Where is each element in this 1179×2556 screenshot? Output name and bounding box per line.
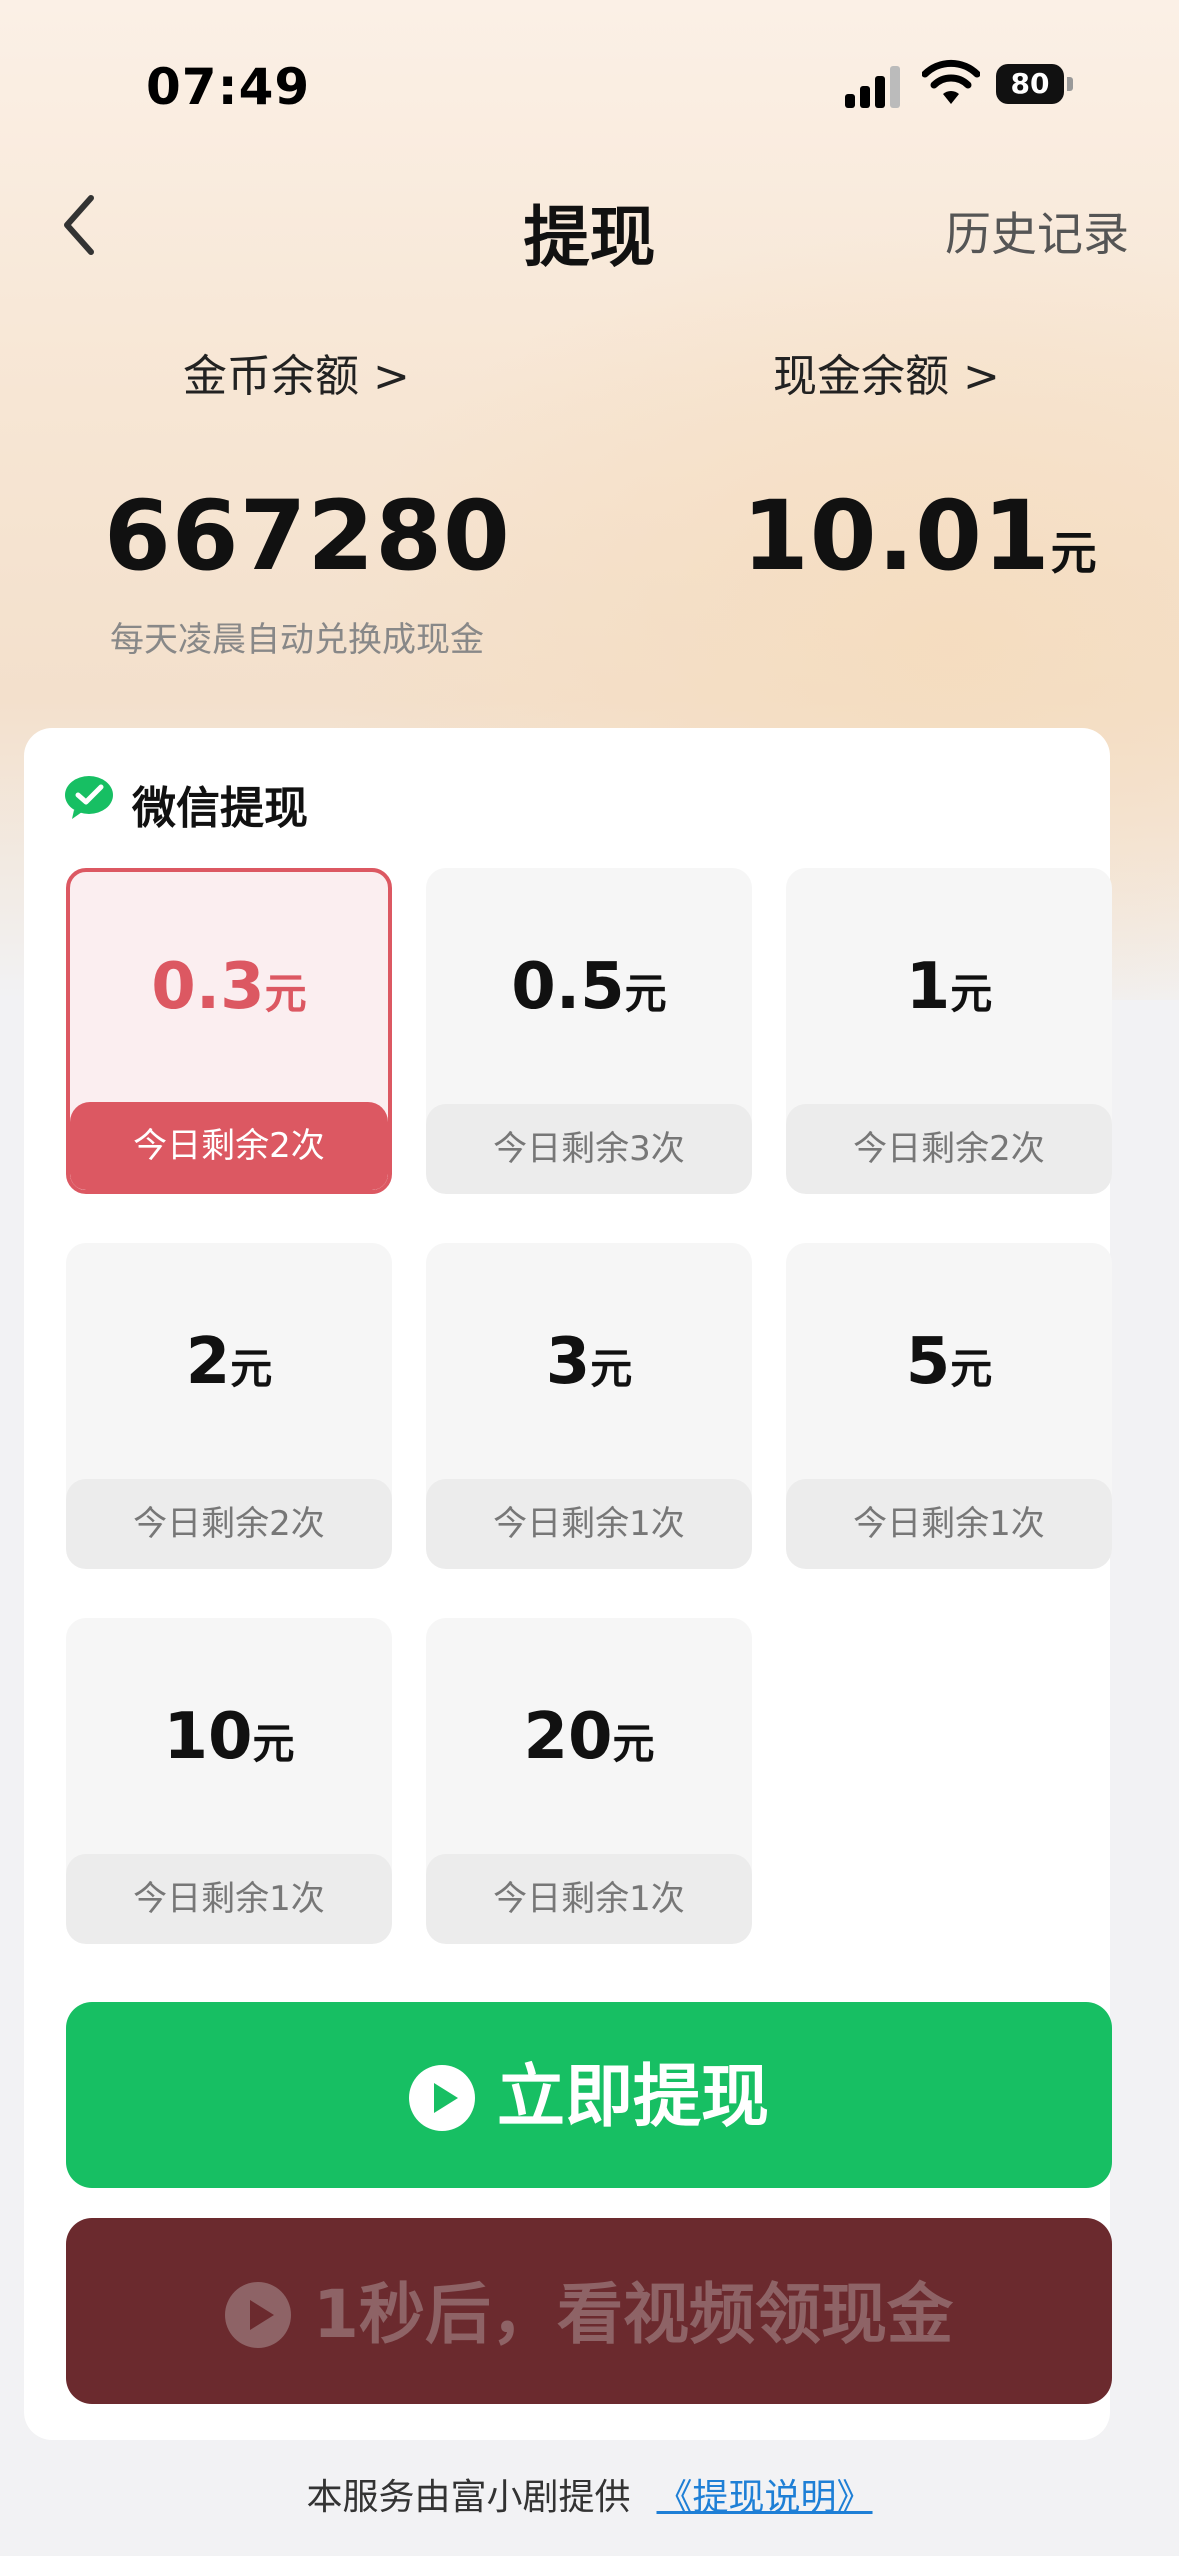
history-link[interactable]: 历史记录 [945, 198, 1129, 264]
watch-video-label: 1秒后，看视频领现金 [313, 2275, 953, 2353]
remaining-count: 今日剩余2次 [786, 1104, 1112, 1194]
status-time: 07:49 [146, 58, 311, 116]
withdraw-card: 微信提现 0.3元 今日剩余2次 0.5元 今日剩余3次 1元 今日剩余2次 2… [24, 728, 1112, 2440]
withdraw-now-label: 立即提现 [496, 2058, 769, 2138]
battery-level: 80 [996, 64, 1064, 104]
remaining-count: 今日剩余2次 [66, 1479, 392, 1569]
coin-balance-note: 每天凌晨自动兑换成现金 [110, 620, 484, 660]
remaining-count: 今日剩余3次 [426, 1104, 752, 1194]
amount-value: 3元 [545, 1325, 633, 1399]
amount-value: 1元 [905, 950, 993, 1024]
amount-value: 20元 [523, 1700, 655, 1774]
amount-option-20[interactable]: 20元 今日剩余1次 [426, 1618, 752, 1944]
amount-option-0.5[interactable]: 0.5元 今日剩余3次 [426, 868, 752, 1194]
remaining-count: 今日剩余1次 [426, 1854, 752, 1944]
remaining-count: 今日剩余1次 [786, 1479, 1112, 1569]
amount-option-2[interactable]: 2元 今日剩余2次 [66, 1243, 392, 1569]
watch-video-button[interactable]: 1秒后，看视频领现金 [66, 2218, 1112, 2404]
coin-balance-value: 667280 [104, 480, 511, 592]
cash-balance: 10.01元 [742, 480, 1098, 592]
footer: 本服务由富小剧提供 《提现说明》 [0, 2468, 1179, 2520]
remaining-count: 今日剩余2次 [70, 1102, 388, 1190]
battery-icon: 80 [996, 64, 1076, 104]
wechat-icon [65, 776, 113, 819]
amount-value: 10元 [163, 1700, 295, 1774]
amount-value: 0.3元 [151, 950, 307, 1024]
amount-option-1[interactable]: 1元 今日剩余2次 [786, 868, 1112, 1194]
amount-option-10[interactable]: 10元 今日剩余1次 [66, 1618, 392, 1944]
play-icon [225, 2281, 292, 2348]
amount-value: 5元 [905, 1325, 993, 1399]
remaining-count: 今日剩余1次 [66, 1854, 392, 1944]
status-bar: 07:49 80 [0, 0, 1179, 160]
coin-balance-label[interactable]: 金币余额 > [183, 340, 410, 404]
amount-option-5[interactable]: 5元 今日剩余1次 [786, 1243, 1112, 1569]
footer-text: 本服务由富小剧提供 [306, 2477, 631, 2518]
amount-option-3[interactable]: 3元 今日剩余1次 [426, 1243, 752, 1569]
play-icon [408, 2065, 475, 2132]
amount-option-0.3[interactable]: 0.3元 今日剩余2次 [66, 868, 392, 1194]
wechat-withdraw-title: 微信提现 [132, 783, 308, 834]
nav-bar: 提现 历史记录 [0, 170, 1179, 280]
withdraw-instructions-link[interactable]: 《提现说明》 [657, 2477, 873, 2518]
amount-value: 0.5元 [511, 950, 667, 1024]
remaining-count: 今日剩余1次 [426, 1479, 752, 1569]
cellular-signal-icon [845, 62, 905, 108]
amount-value: 2元 [185, 1325, 273, 1399]
withdraw-now-button[interactable]: 立即提现 [66, 2002, 1112, 2188]
cash-balance-unit: 元 [1050, 526, 1098, 580]
cash-balance-value: 10.01 [742, 480, 1051, 592]
cash-balance-label[interactable]: 现金余额 > [773, 340, 1000, 404]
wifi-icon [922, 59, 980, 104]
